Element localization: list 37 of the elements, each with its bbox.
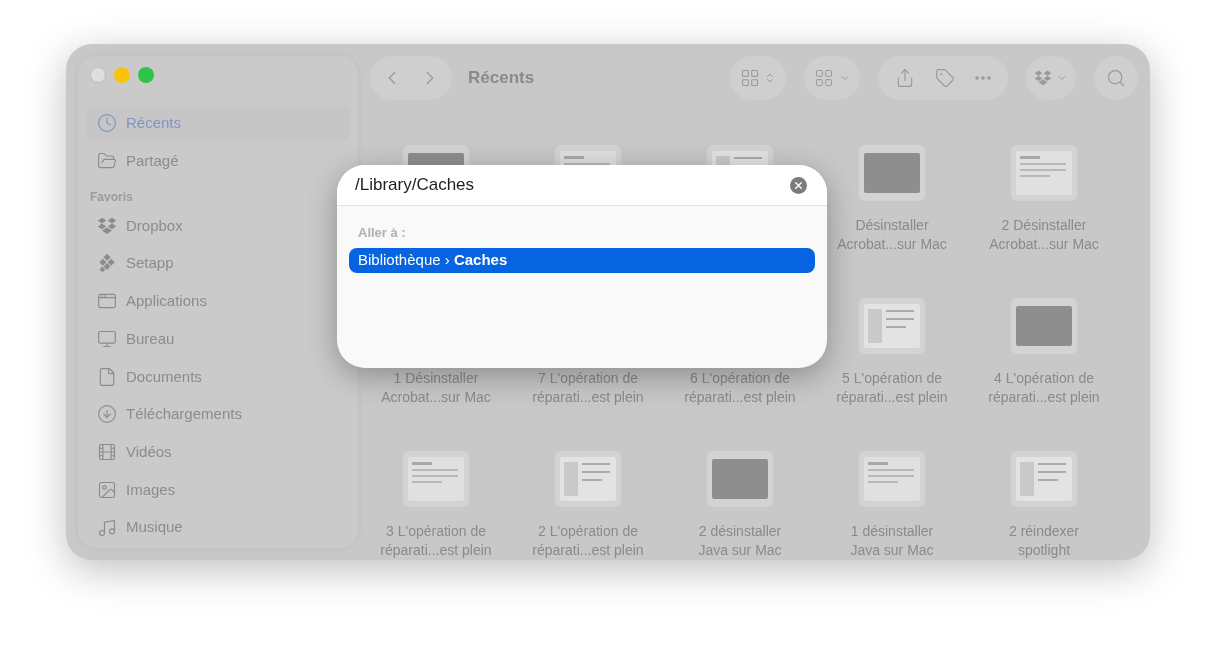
file-name: Désinstaller [855, 216, 929, 235]
file-name: Java sur Mac [850, 541, 934, 560]
sidebar-item[interactable]: Bureau [86, 321, 350, 358]
file-name: Acrobat...sur Mac [837, 235, 947, 254]
file-name: 4 L'opération de [994, 369, 1094, 388]
sidebar-item[interactable]: Documents [86, 358, 350, 395]
file-name: réparati...est plein [988, 388, 1100, 407]
sidebar-item[interactable]: Récents [86, 105, 350, 141]
sidebar-item[interactable]: Dropbox [86, 208, 350, 244]
sidebar-item[interactable]: Images [86, 471, 350, 508]
file-name: 3 L'opération de [386, 522, 486, 541]
file-name: 2 désinstaller [698, 522, 782, 541]
sidebar-item[interactable]: Téléchargements [86, 396, 350, 433]
file-name: 2 réindexer [1008, 522, 1079, 541]
sidebar-item[interactable]: Musique [86, 509, 350, 546]
path-suggestion[interactable]: Bibliothèque › Caches [349, 247, 815, 273]
file-name: 5 L'opération de [842, 369, 942, 388]
sidebar-item[interactable]: Vidéos [86, 434, 350, 471]
sidebar-item[interactable]: Setapp [86, 245, 350, 282]
file-name: réparati...est plein [532, 541, 644, 560]
file-name: réparati...est plein [532, 388, 644, 407]
path-field[interactable]: /Library/Caches [355, 172, 790, 198]
file-name: 1 Désinstaller [393, 369, 479, 388]
file-name: réparati...est plein [380, 541, 492, 560]
file-name: Java sur Mac [698, 541, 782, 560]
file-name: spotlight [1017, 541, 1071, 560]
window-title: Récents [468, 67, 535, 90]
file-name: Acrobat...sur Mac [989, 235, 1099, 254]
sidebar-item[interactable]: Applications [86, 283, 350, 320]
file-name: 1 désinstaller [850, 522, 934, 541]
file-name: réparati...est plein [836, 388, 948, 407]
file-name: Acrobat...sur Mac [381, 388, 491, 407]
path-field[interactable]: /Library/Caches [337, 165, 827, 206]
file-name: 2 L'opération de [538, 522, 638, 541]
section-label: Aller à : [358, 224, 407, 242]
file-name: 2 Désinstaller [1001, 216, 1087, 235]
file-name: réparati...est plein [684, 388, 796, 407]
